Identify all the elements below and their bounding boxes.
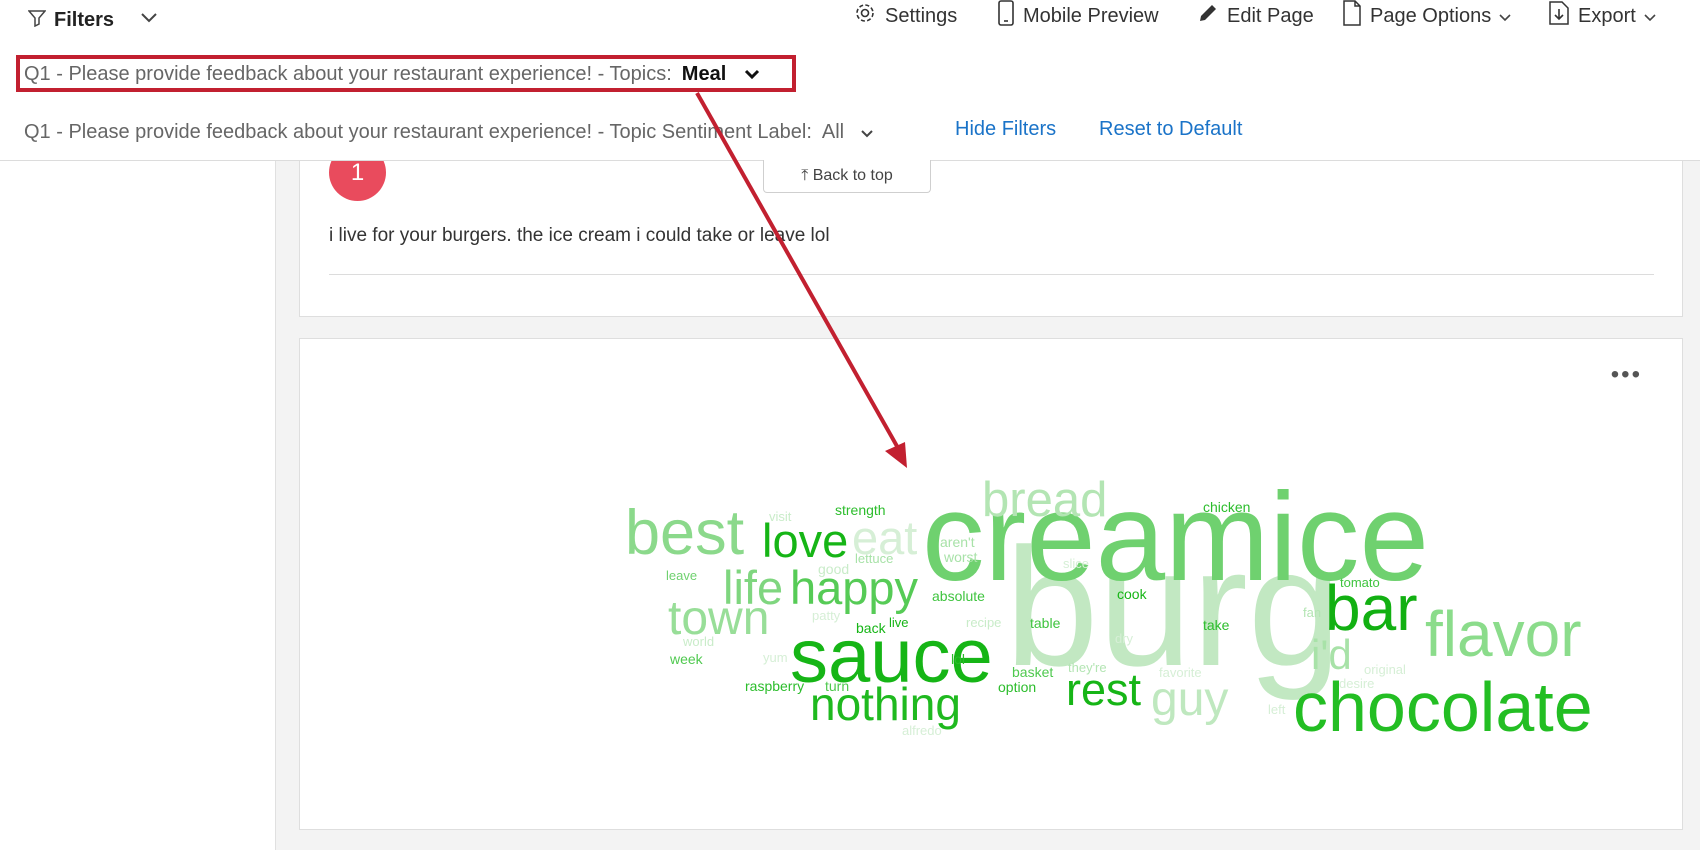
left-sidebar <box>0 160 276 850</box>
filter-bar: Filters Settings Mobile Preview Edit Pag… <box>0 0 1700 161</box>
page-options-label: Page Options <box>1370 5 1491 28</box>
back-to-top-button[interactable]: ⤒ Back to top <box>763 160 931 193</box>
filters-label: Filters <box>54 9 114 32</box>
hide-filters-link[interactable]: Hide Filters <box>955 118 1056 141</box>
chevron-down-icon <box>1644 5 1656 28</box>
gear-icon <box>853 1 877 31</box>
chevron-down-icon <box>1499 5 1511 28</box>
topic-filter[interactable]: Q1 - Please provide feedback about your … <box>24 60 760 88</box>
chevron-down-icon <box>860 121 874 144</box>
reset-default-link[interactable]: Reset to Default <box>1099 118 1242 141</box>
mobile-preview-button[interactable]: Mobile Preview <box>997 2 1159 30</box>
word-cloud-card: ••• <box>299 338 1683 830</box>
document-icon <box>1342 0 1362 32</box>
sentiment-filter-value: All <box>822 121 844 144</box>
filters-toggle[interactable]: Filters <box>28 6 158 34</box>
settings-label: Settings <box>885 5 957 28</box>
edit-page-button[interactable]: Edit Page <box>1197 2 1314 30</box>
divider <box>329 274 1654 275</box>
settings-button[interactable]: Settings <box>853 2 957 30</box>
download-icon <box>1548 1 1570 31</box>
chevron-down-icon <box>744 63 760 86</box>
filter-icon <box>28 9 46 32</box>
pencil-icon <box>1197 2 1219 30</box>
page-options-button[interactable]: Page Options <box>1342 2 1511 30</box>
edit-page-label: Edit Page <box>1227 5 1314 28</box>
sentiment-filter[interactable]: Q1 - Please provide feedback about your … <box>24 118 874 146</box>
more-options-icon[interactable]: ••• <box>1611 361 1642 389</box>
phone-icon <box>997 0 1015 32</box>
topic-filter-label: Q1 - Please provide feedback about your … <box>24 63 672 86</box>
mobile-preview-label: Mobile Preview <box>1023 5 1159 28</box>
response-comment: i live for your burgers. the ice cream i… <box>329 225 830 247</box>
export-button[interactable]: Export <box>1548 2 1656 30</box>
sentiment-filter-label: Q1 - Please provide feedback about your … <box>24 121 812 144</box>
topic-filter-value: Meal <box>682 63 726 86</box>
chevron-down-icon <box>140 11 158 29</box>
export-label: Export <box>1578 5 1636 28</box>
